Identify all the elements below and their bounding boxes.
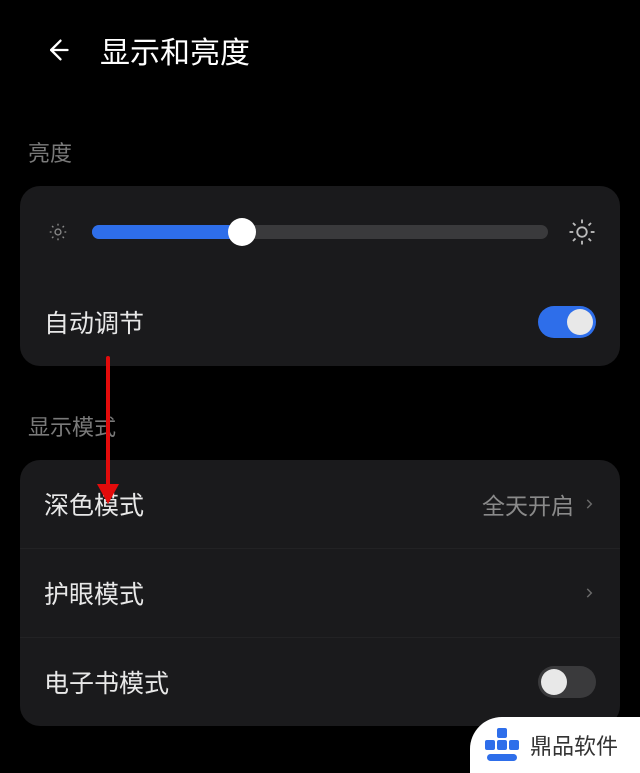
dark-mode-row[interactable]: 深色模式 全天开启 (20, 460, 620, 548)
logo-icon (484, 727, 520, 763)
auto-brightness-label: 自动调节 (44, 304, 144, 340)
brightness-slider-row (20, 186, 620, 278)
page-title: 显示和亮度 (100, 28, 250, 72)
displaymode-card: 深色模式 全天开启 护眼模式 电子书模式 (20, 460, 620, 726)
chevron-right-icon (582, 586, 596, 600)
eyecare-mode-row[interactable]: 护眼模式 (20, 548, 620, 637)
sun-large-icon (566, 216, 598, 248)
section-brightness-label: 亮度 (0, 92, 640, 186)
brightness-slider-fill (92, 225, 242, 239)
brightness-slider-thumb[interactable] (228, 218, 256, 246)
ebook-mode-toggle[interactable] (538, 666, 596, 698)
brightness-card: 自动调节 (20, 186, 620, 366)
auto-brightness-row: 自动调节 (20, 278, 620, 366)
ebook-mode-row: 电子书模式 (20, 637, 620, 726)
eyecare-mode-label: 护眼模式 (44, 575, 144, 611)
back-icon[interactable] (42, 35, 72, 65)
watermark: 鼎品软件 (470, 717, 640, 773)
auto-brightness-toggle[interactable] (538, 306, 596, 338)
ebook-mode-label: 电子书模式 (44, 664, 169, 700)
dark-mode-value: 全天开启 (482, 487, 574, 521)
brightness-slider[interactable] (92, 225, 548, 239)
eyecare-right (582, 586, 596, 600)
dark-mode-value-wrap: 全天开启 (482, 487, 596, 521)
chevron-right-icon (582, 497, 596, 511)
dark-mode-label: 深色模式 (44, 486, 144, 522)
section-displaymode-label: 显示模式 (0, 366, 640, 460)
watermark-text: 鼎品软件 (530, 729, 618, 761)
sun-small-icon (42, 216, 74, 248)
